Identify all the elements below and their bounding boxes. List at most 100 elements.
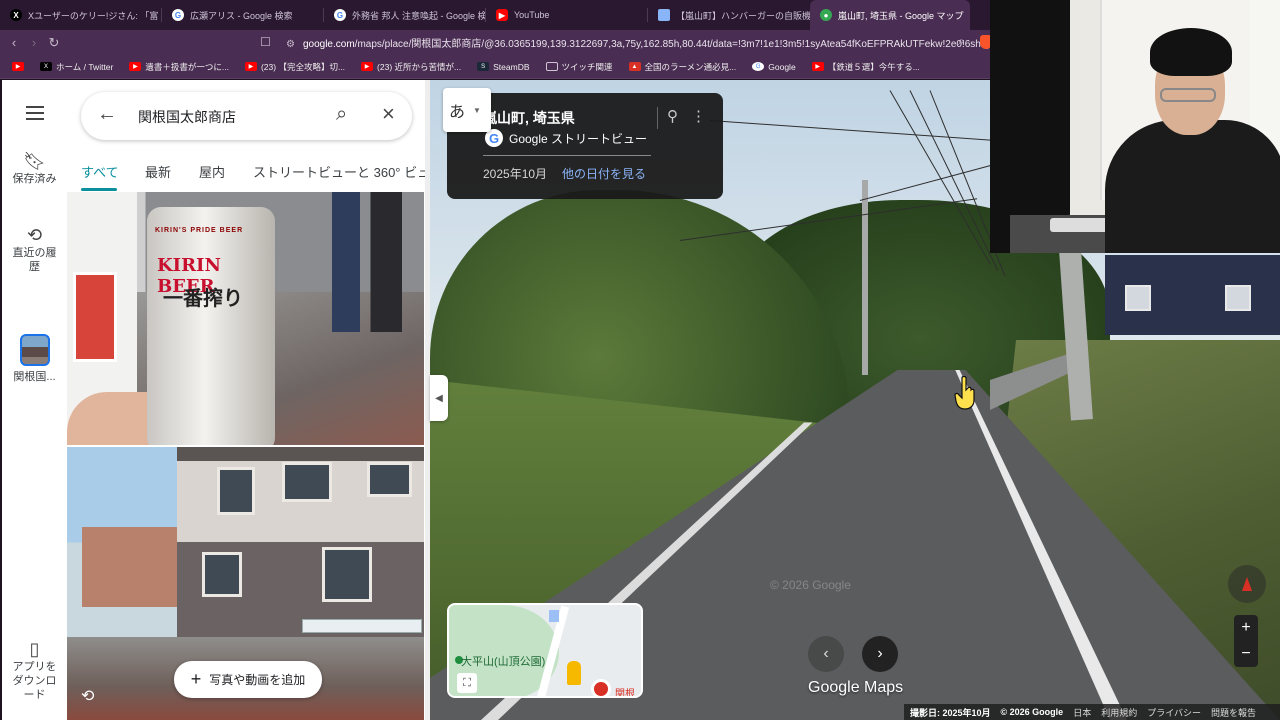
add-photo-label: 写真や動画を追加 xyxy=(209,673,306,687)
mini-map[interactable]: 大平山(山頂公園) ⛶ 関根 xyxy=(447,603,643,698)
zoom-out-button[interactable]: − xyxy=(1234,641,1258,667)
bookmark-label: Google xyxy=(768,61,796,72)
can-premium-text: KIRIN'S PRIDE BEER xyxy=(155,227,244,234)
google-maps-logo: Google Maps xyxy=(808,679,904,696)
previous-button[interactable]: ‹ xyxy=(808,636,844,672)
shop-label: 関根 xyxy=(615,689,635,698)
tab-title: 【嵐山町】ハンバーガーの自販機を発見し xyxy=(676,10,810,21)
youtube-icon: ▶ xyxy=(811,62,824,71)
place-pin-icon xyxy=(591,679,611,696)
location-pin-icon[interactable]: ⚲ xyxy=(667,107,678,125)
folder-icon xyxy=(545,62,558,71)
map-footer: 撮影日: 2025年10月 © 2026 Google 日本 利用規約 プライバ… xyxy=(904,704,1280,720)
place-title: 嵐山町, 埼玉県 xyxy=(483,110,575,126)
browser-tab[interactable]: ▶ YouTube xyxy=(486,0,648,30)
bookmark-item[interactable]: X ホーム / Twitter xyxy=(34,61,119,73)
bookmark-item[interactable]: ▶ 【鉄道５選】今午する... xyxy=(806,61,926,73)
more-options-icon[interactable]: ⋮ xyxy=(691,107,706,125)
privacy-link[interactable]: プライバシー xyxy=(1147,706,1201,719)
report-problem-link[interactable]: 問題を報告 xyxy=(1211,706,1256,719)
poi-label: 大平山(山頂公園) xyxy=(461,656,546,668)
hiragana-a-label: あ xyxy=(449,104,466,121)
zoom-icon[interactable]: ⌕ xyxy=(958,34,965,49)
bookmark-label: SteamDB xyxy=(493,61,530,72)
youtube-icon: ▶ xyxy=(361,62,374,71)
copyright-text: © 2026 Google xyxy=(1000,707,1064,717)
history-icon: ⟲ xyxy=(26,225,43,245)
close-icon[interactable]: × xyxy=(382,101,395,127)
add-photo-button[interactable]: + 写真や動画を追加 xyxy=(174,661,322,698)
back-arrow-icon[interactable]: ← xyxy=(97,103,117,126)
google-icon: G xyxy=(172,9,184,21)
next-button[interactable]: › xyxy=(862,636,898,672)
photos-panel: ← 関根国太郎商店 ⌕ × すべて 最新 屋内 ストリートビューと 360° ビ… xyxy=(67,80,428,720)
url-field[interactable]: ⚙ google.com/maps/place/関根国太郎商店/@36.03651… xyxy=(286,35,1008,50)
source-label: Google ストリートビュー xyxy=(509,131,648,146)
tab-title: YouTube xyxy=(514,10,550,20)
webcam-overlay xyxy=(990,0,1280,253)
bookmark-item[interactable]: ツイッチ関連 xyxy=(540,61,619,73)
zoom-in-button[interactable]: + xyxy=(1234,615,1258,641)
bookmark-label: 遺書＋扱書が一つに... xyxy=(145,61,229,72)
rail-recent[interactable]: ⟲ 直近の履歴 xyxy=(2,225,67,274)
bookmark-label: (23) 近所から苦情が... xyxy=(377,61,462,72)
photo-beer-can[interactable]: KIRIN'S PRIDE BEER KIRIN BEER 一番搾り xyxy=(67,192,424,445)
tab-title: 広瀬アリス - Google 検索 xyxy=(190,10,293,21)
rotate-icon[interactable]: ⟲ xyxy=(81,686,94,706)
x-icon: X xyxy=(40,62,52,71)
browser-tab[interactable]: G 外務省 邦人 注意喚起 - Google 検索 xyxy=(324,0,486,30)
captured-date-text: 撮影日: 2025年10月 xyxy=(910,707,991,718)
tab-indoor[interactable]: 屋内 xyxy=(199,162,225,181)
maps-side-rail: 🔖︎ 保存済み ⟲ 直近の履歴 関根国... ▯ アプリをダウンロード xyxy=(2,80,67,720)
collapse-panel-button[interactable]: ◀ xyxy=(430,375,448,421)
beer-can: KIRIN'S PRIDE BEER KIRIN BEER 一番搾り xyxy=(147,207,275,445)
bookmark-icon[interactable]: ☐ xyxy=(260,35,271,49)
youtube-icon: ▶ xyxy=(129,62,142,71)
region-link[interactable]: 日本 xyxy=(1073,706,1091,719)
youtube-icon: ▶ xyxy=(12,62,24,71)
search-icon[interactable]: ⌕ xyxy=(336,103,347,126)
browser-tab[interactable]: X Xユーザーのケリー!ジさん: 「富 https://t.co/ xyxy=(0,0,162,30)
back-icon[interactable]: ‹ xyxy=(4,35,24,50)
menu-icon[interactable] xyxy=(26,106,44,124)
bookmark-label: ツイッチ関連 xyxy=(561,61,613,72)
bookmark-item[interactable]: G Google xyxy=(746,62,801,72)
site-settings-icon[interactable]: ⚙ xyxy=(286,39,295,50)
bookmark-item[interactable]: ▲ 全国のラーメン通必見... xyxy=(623,61,743,73)
steam-icon: S xyxy=(477,62,490,71)
rail-download-app[interactable]: ▯ アプリをダウンロード xyxy=(2,640,67,702)
tab-all[interactable]: すべて xyxy=(81,162,119,181)
expand-icon[interactable]: ⛶ xyxy=(457,673,477,693)
compass-icon[interactable] xyxy=(1228,565,1266,603)
bookmark-label: (23) 【完全攻略】切... xyxy=(260,61,346,72)
rail-download-label: アプリをダウンロード xyxy=(12,661,57,701)
bookmark-item[interactable]: ▶ (23) 【完全攻略】切... xyxy=(239,61,351,73)
zoom-control: + − xyxy=(1234,615,1258,667)
browser-tab-active[interactable]: ● 嵐山町, 埼玉県 - Google マップ × xyxy=(810,0,970,30)
page-icon xyxy=(658,9,670,21)
pegman-icon[interactable] xyxy=(567,661,581,685)
forward-icon[interactable]: › xyxy=(24,35,44,50)
ramen-icon: ▲ xyxy=(628,62,641,71)
bookmark-item[interactable]: ▶ 遺書＋扱書が一つに... xyxy=(123,61,235,73)
tab-streetview-360[interactable]: ストリートビューと 360° ビュ xyxy=(253,162,428,181)
search-input[interactable]: 関根国太郎商店 xyxy=(138,107,236,127)
bookmark-item[interactable]: ▶ (23) 近所から苦情が... xyxy=(355,61,467,73)
search-box[interactable]: ← 関根国太郎商店 ⌕ × xyxy=(81,92,412,140)
terms-link[interactable]: 利用規約 xyxy=(1101,706,1137,719)
bookmark-item[interactable]: S SteamDB xyxy=(471,62,535,72)
reload-icon[interactable]: ↻ xyxy=(44,35,64,51)
rail-saved[interactable]: 🔖︎ 保存済み xyxy=(2,152,67,186)
rail-recent-label: 直近の履歴 xyxy=(12,247,57,273)
url-path: /maps/place/関根国太郎商店/@36.0365199,139.3122… xyxy=(354,39,1009,50)
rail-recent-place[interactable]: 関根国... xyxy=(2,334,67,384)
bookmark-item[interactable]: ▶ xyxy=(6,62,30,71)
see-other-dates-link[interactable]: 他の日付を見る xyxy=(562,165,646,182)
browser-tab[interactable]: 【嵐山町】ハンバーガーの自販機を発見し xyxy=(648,0,810,30)
tab-latest[interactable]: 最新 xyxy=(145,162,171,181)
browser-tab[interactable]: G 広瀬アリス - Google 検索 xyxy=(162,0,324,30)
photo-tabs: すべて 最新 屋内 ストリートビューと 360° ビュ xyxy=(67,160,428,192)
google-icon: G xyxy=(752,62,765,71)
plus-icon: + xyxy=(190,669,202,689)
input-language-button[interactable]: あ ▼ xyxy=(443,88,491,132)
